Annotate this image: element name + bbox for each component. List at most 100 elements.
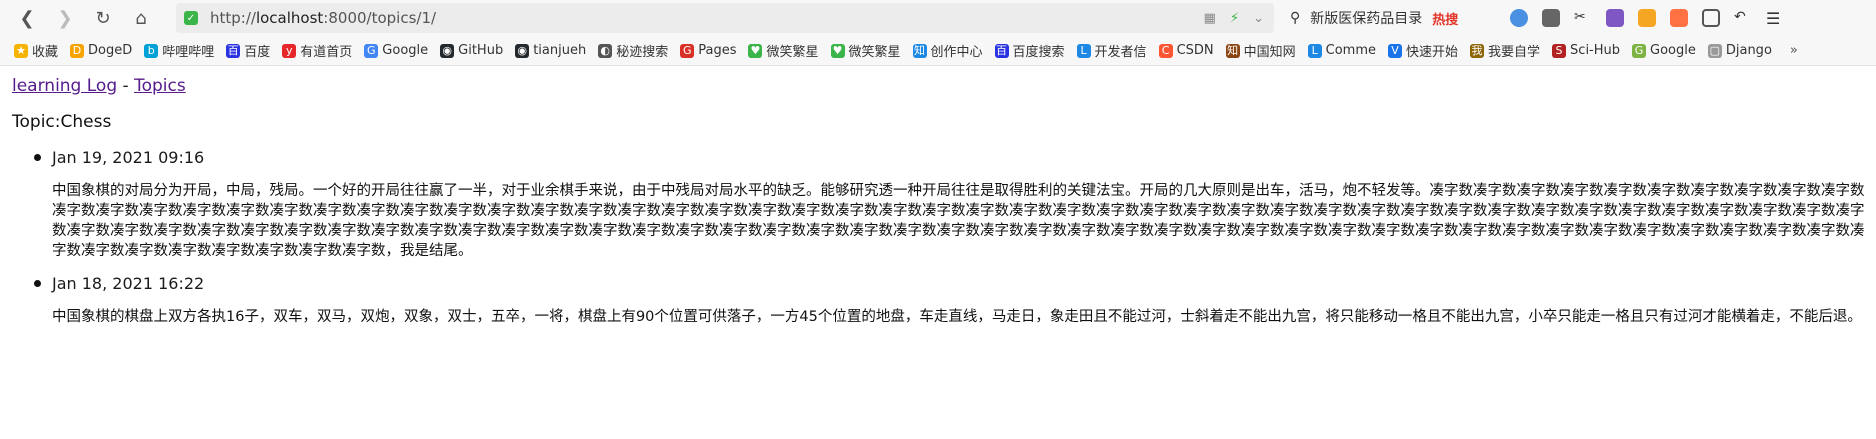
bookmark-item[interactable]: 知创作中心 [912, 41, 983, 60]
secure-shield-icon: ✓ [184, 11, 198, 25]
bookmark-item[interactable]: ★ 收藏 [14, 41, 58, 60]
bookmark-item[interactable]: G Pages [680, 43, 736, 58]
bookmark-label: 微笑繁星 [766, 45, 819, 60]
url-path: :8000/topics/1/ [323, 9, 437, 27]
bookmark-label: 快速开始 [1406, 45, 1459, 60]
search-icon: ⚲ [1290, 10, 1301, 26]
bookmark-icon: S [1552, 43, 1567, 58]
bookmark-item[interactable]: ▢ Django [1707, 43, 1772, 58]
bookmark-label: 收藏 [32, 45, 59, 60]
extension-icons: ✂ ↶ ☰ [1510, 4, 1784, 32]
entry-date: Jan 18, 2021 16:22 [52, 274, 205, 293]
bookmark-icon: ★ [14, 43, 28, 58]
bookmark-label: Pages [698, 43, 737, 58]
bookmarks-more-button[interactable]: » [1790, 43, 1798, 58]
bookmark-icon: G [680, 43, 695, 58]
bookmark-item[interactable]: 我我要自学 [1470, 41, 1540, 60]
bookmark-item[interactable]: L 开发者信 [1076, 41, 1147, 60]
bookmark-item[interactable]: ◉ tianjueh [515, 43, 586, 58]
search-box[interactable]: ⚲ 新版医保药品目录 热搜 [1290, 3, 1510, 33]
bookmark-icon: G [1632, 43, 1647, 58]
bookmark-label: 秘迹搜索 [616, 45, 669, 60]
bookmark-icon: 知 [912, 43, 927, 58]
home-icon[interactable]: ⌂ [124, 3, 158, 33]
bookmark-item[interactable]: 百百度搜索 [994, 41, 1065, 60]
page-title: Topic:Chess [12, 112, 112, 132]
extension-icon[interactable] [1510, 9, 1528, 27]
bookmark-icon: ◉ [515, 43, 530, 58]
site-header: learning Log - Topics [12, 76, 186, 96]
bookmark-icon: 知 [1225, 43, 1240, 58]
bullet-icon [34, 154, 41, 161]
bookmark-label: DogeD [88, 43, 133, 58]
bookmark-label: 创作中心 [930, 45, 983, 60]
extension-icon[interactable] [1670, 9, 1688, 27]
bookmark-item[interactable]: G Google [1632, 43, 1696, 58]
bookmark-icon: G [364, 43, 379, 58]
bookmark-label: Comme [1325, 43, 1377, 58]
bookmark-label: 中国知网 [1243, 45, 1296, 60]
forward-icon[interactable]: ❯ [48, 3, 82, 33]
bookmark-icon: 百 [226, 43, 241, 58]
bookmark-label: 微笑繁星 [848, 45, 901, 60]
bookmark-icon: L [1307, 43, 1322, 58]
bookmark-item[interactable]: ♥ 微笑繁星 [830, 41, 901, 60]
bookmark-item[interactable]: D DogeD [70, 43, 132, 58]
bookmark-icon: D [70, 43, 85, 58]
extension-icon[interactable] [1542, 9, 1560, 27]
topics-link[interactable]: Topics [134, 76, 186, 96]
bookmark-item[interactable]: ◐ 秘迹搜索 [598, 41, 668, 60]
bookmark-label: GitHub [458, 43, 504, 58]
entry-date: Jan 19, 2021 09:16 [52, 148, 205, 167]
bookmark-icon: ♥ [830, 43, 845, 58]
bookmark-label: 开发者信 [1094, 45, 1147, 60]
bookmark-item[interactable]: S Sci-Hub [1552, 43, 1620, 58]
bookmark-item[interactable]: L Comme [1307, 43, 1377, 58]
back-icon[interactable]: ❮ [10, 3, 44, 33]
menu-icon[interactable]: ☰ [1766, 9, 1784, 28]
bookmark-label: 哔哩哔哩 [162, 45, 215, 60]
bookmark-icon: L [1076, 43, 1091, 58]
address-bar[interactable]: ✓ http://localhost:8000/topics/1/ ▦ ⚡ ⌄ [176, 3, 1274, 33]
bookmark-icon: V [1388, 43, 1403, 58]
bookmark-icon: b [144, 43, 159, 58]
browser-toolbar: ❮ ❯ ↻ ⌂ ✓ http://localhost:8000/topics/1… [0, 0, 1876, 36]
bookmark-item[interactable]: G Google [364, 43, 428, 58]
url-prefix: http:// [210, 9, 256, 27]
address-bar-actions: ▦ ⚡ ⌄ [1204, 3, 1264, 33]
undo-icon[interactable]: ↶ [1734, 9, 1752, 27]
search-text: 新版医保药品目录 [1310, 11, 1423, 27]
bookmark-label: 百度 [244, 45, 271, 60]
learning-log-link[interactable]: learning Log [12, 76, 117, 96]
bookmark-icon: C [1158, 43, 1173, 58]
bookmark-label: Google [1650, 43, 1696, 58]
bullet-icon [34, 280, 41, 287]
bookmark-item[interactable]: V 快速开始 [1388, 41, 1458, 60]
bookmark-label: 百度搜索 [1012, 45, 1065, 60]
bookmark-item[interactable]: ◉ GitHub [440, 43, 503, 58]
bookmark-icon: 百 [994, 43, 1009, 58]
extension-icon[interactable] [1638, 9, 1656, 27]
bookmark-item[interactable]: b 哔哩哔哩 [144, 41, 214, 60]
bookmark-label: Django [1725, 43, 1772, 58]
chevron-down-icon[interactable]: ⌄ [1253, 11, 1264, 26]
bookmarks-bar: ★ 收藏 D DogeD b 哔哩哔哩百百度 y 有道首页 G Google ◉ GitHub ◉ tia… [0, 36, 1876, 66]
bookmark-label: Google [382, 43, 429, 58]
bookmark-icon: y [282, 43, 297, 58]
scissors-icon[interactable]: ✂ [1574, 9, 1592, 27]
qr-code-icon[interactable]: ▦ [1204, 11, 1216, 26]
bookmark-icon: ♥ [748, 43, 763, 58]
translate-icon[interactable] [1606, 9, 1624, 27]
hot-search-badge[interactable]: 热搜 [1432, 9, 1458, 28]
grid-icon[interactable] [1702, 9, 1720, 27]
bookmark-label: tianjueh [533, 43, 587, 58]
bookmark-label: CSDN [1176, 43, 1214, 58]
bookmark-item[interactable]: y 有道首页 [282, 41, 352, 60]
bookmark-item[interactable]: C CSDN [1158, 43, 1214, 58]
bookmark-label: Sci-Hub [1570, 43, 1621, 58]
lightning-icon[interactable]: ⚡ [1230, 11, 1239, 26]
bookmark-item[interactable]: 知中国知网 [1225, 41, 1296, 60]
reload-icon[interactable]: ↻ [86, 3, 120, 33]
bookmark-item[interactable]: ♥ 微笑繁星 [748, 41, 819, 60]
bookmark-item[interactable]: 百百度 [226, 41, 270, 60]
